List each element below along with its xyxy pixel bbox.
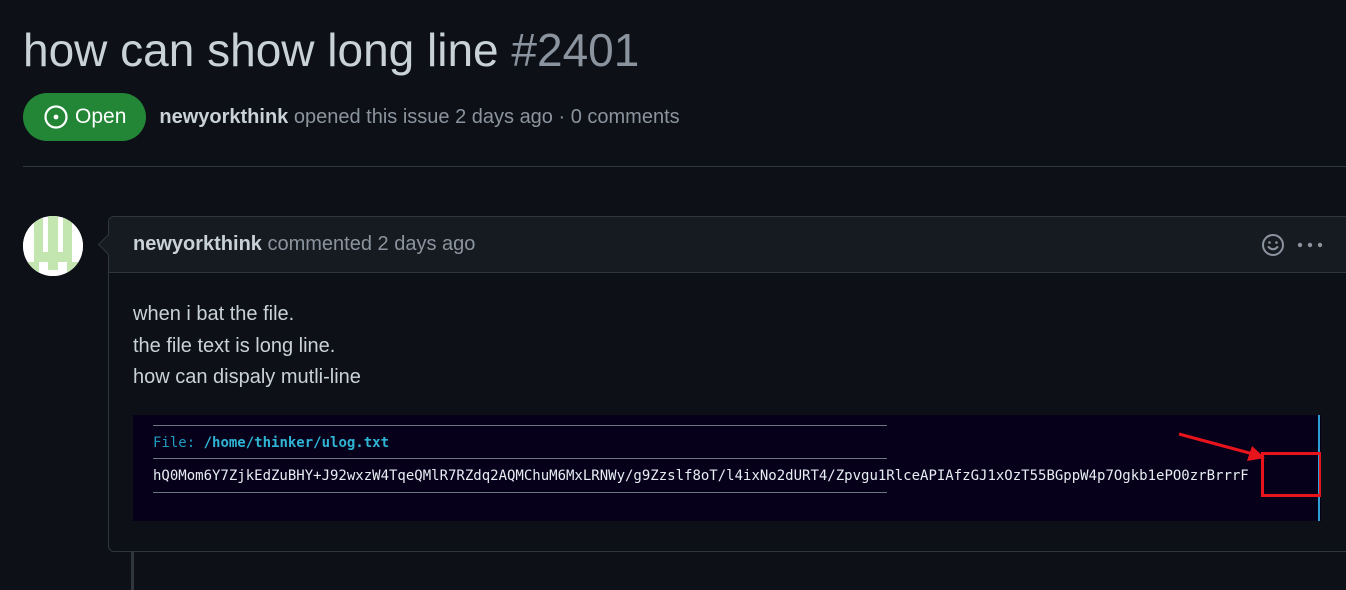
issue-number: #2401 [511, 24, 640, 76]
issue-title-text: how can show long line [23, 24, 499, 76]
smiley-icon[interactable] [1261, 233, 1285, 257]
issue-opened-icon [43, 104, 69, 130]
issue-meta: Open newyorkthink opened this issue 2 da… [23, 93, 680, 141]
comment-body: when i bat the file. the file text is lo… [133, 299, 361, 394]
annotation-box [1261, 452, 1321, 497]
code-bottom-rule [153, 492, 887, 493]
code-top-rule [153, 425, 887, 426]
code-content-line: hQ0Mom6Y7ZjkEdZuBHY+J92wxzW4TqeQMlR7RZdq… [153, 468, 1249, 484]
issue-opened-text: opened this issue 2 days ago · 0 comment… [293, 105, 680, 128]
timeline-line [131, 552, 134, 590]
comment-box: newyorkthink commented 2 days ago when i… [108, 216, 1346, 552]
comment-line-3: how can dispaly mutli-line [133, 366, 361, 388]
header-divider [23, 166, 1346, 167]
status-badge-label: Open [75, 105, 127, 128]
avatar[interactable] [23, 216, 83, 276]
issue-author-link[interactable]: newyorkthink [159, 106, 288, 128]
code-file-label: File: [153, 435, 196, 451]
issue-meta-text: newyorkthink opened this issue 2 days ag… [159, 106, 679, 129]
identicon-avatar [23, 216, 83, 276]
comment-line-1: when i bat the file. [133, 303, 295, 325]
code-mid-rule [153, 458, 887, 459]
code-screenshot: File: /home/thinker/ulog.txt hQ0Mom6Y7Zj… [133, 415, 1321, 521]
issue-title: how can show long line #2401 [23, 22, 639, 78]
annotation-arrow-icon [1178, 432, 1265, 461]
kebab-horizontal-icon[interactable] [1296, 233, 1324, 257]
comment-author-link[interactable]: newyorkthink [133, 233, 262, 255]
status-badge: Open [23, 93, 147, 141]
comment-time-link[interactable]: commented 2 days ago [267, 233, 475, 255]
comment-header: newyorkthink commented 2 days ago [109, 217, 1346, 273]
comment-header-text: newyorkthink commented 2 days ago [133, 233, 475, 256]
code-file-header: File: /home/thinker/ulog.txt [153, 435, 389, 451]
comment-line-2: the file text is long line. [133, 334, 336, 357]
code-file-path: /home/thinker/ulog.txt [203, 435, 390, 451]
